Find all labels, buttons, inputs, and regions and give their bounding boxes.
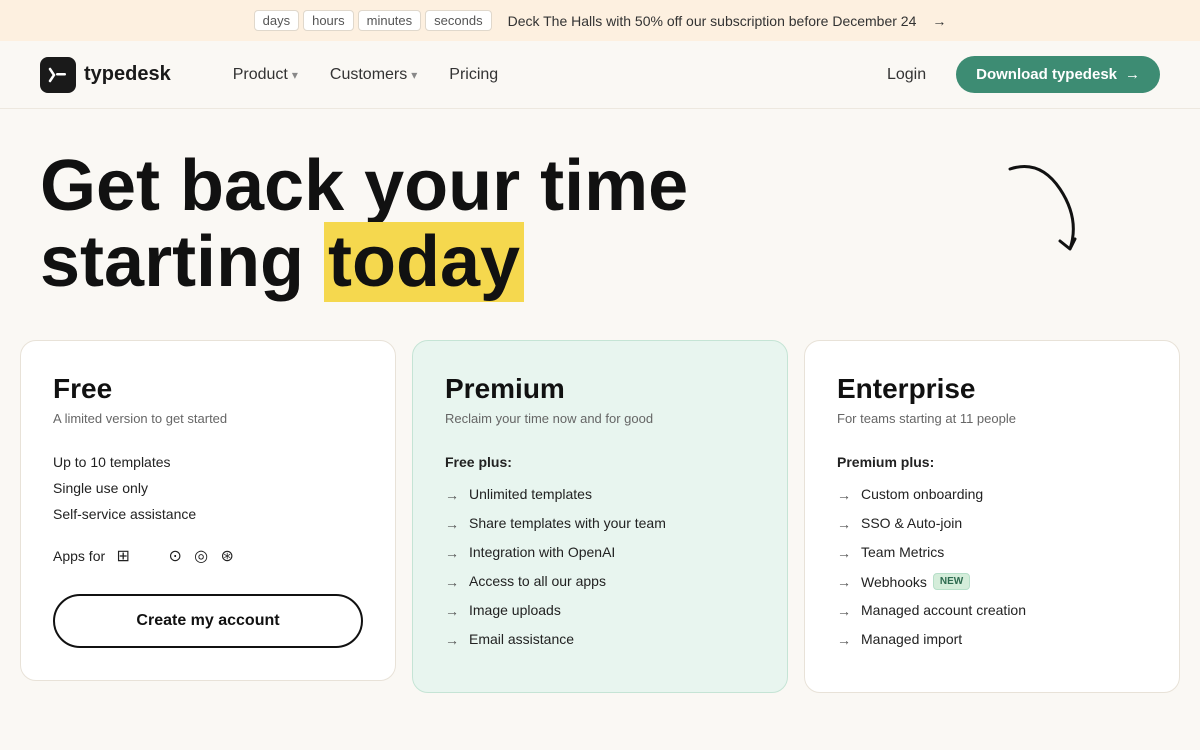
- hero-highlight: today: [324, 222, 524, 302]
- chrome-icon: ⊙: [165, 546, 185, 566]
- list-item: → Unlimited templates: [445, 486, 755, 503]
- create-account-button[interactable]: Create my account: [53, 594, 363, 648]
- free-features-list: Up to 10 templates Single use only Self-…: [53, 454, 363, 522]
- enterprise-tier-label: Enterprise: [837, 373, 1147, 405]
- nav-right: Login Download typedesk →: [873, 56, 1160, 93]
- premium-tier-label: Premium: [445, 373, 755, 405]
- banner-arrow-icon: →: [932, 13, 946, 29]
- list-item: → Image uploads: [445, 602, 755, 619]
- arrow-icon: →: [837, 545, 851, 561]
- apps-for-label: Apps for: [53, 548, 105, 564]
- product-chevron-icon: ▾: [292, 68, 298, 82]
- list-item: Up to 10 templates: [53, 454, 363, 470]
- premium-features-list: → Unlimited templates → Share templates …: [445, 486, 755, 648]
- list-item: → Email assistance: [445, 631, 755, 648]
- list-item: → SSO & Auto-join: [837, 515, 1147, 532]
- arrow-icon: →: [445, 574, 459, 590]
- list-item: → Custom onboarding: [837, 486, 1147, 503]
- free-card: Free A limited version to get started Up…: [20, 340, 396, 681]
- hero-title: Get back your time starting today: [40, 149, 820, 300]
- nav-customers[interactable]: Customers ▾: [316, 58, 431, 92]
- free-subtitle: A limited version to get started: [53, 411, 363, 426]
- apps-for-row: Apps for ⊞ ⊙ ◎ ⊛: [53, 546, 363, 566]
- arrow-icon: →: [837, 632, 851, 648]
- pricing-cards: Free A limited version to get started Up…: [0, 320, 1200, 693]
- download-arrow-icon: →: [1125, 66, 1140, 83]
- premium-section-label: Free plus:: [445, 454, 755, 470]
- arrow-icon: →: [837, 603, 851, 619]
- list-item: → Team Metrics: [837, 544, 1147, 561]
- logo-icon: [40, 57, 76, 93]
- app-icons: ⊞ ⊙ ◎ ⊛: [113, 546, 237, 566]
- list-item: → Share templates with your team: [445, 515, 755, 532]
- banner-text: Deck The Halls with 50% off our subscrip…: [508, 13, 917, 29]
- arrow-icon: →: [445, 545, 459, 561]
- enterprise-subtitle: For teams starting at 11 people: [837, 411, 1147, 426]
- minutes-timer: minutes: [358, 10, 422, 31]
- countdown-timers: days hours minutes seconds: [254, 10, 492, 31]
- arrow-icon: →: [445, 603, 459, 619]
- list-item: → Webhooks NEW: [837, 573, 1147, 590]
- arrow-icon: →: [445, 487, 459, 503]
- logo-link[interactable]: typedesk: [40, 57, 171, 93]
- list-item: Single use only: [53, 480, 363, 496]
- arrow-icon: →: [445, 632, 459, 648]
- arrow-icon: →: [837, 516, 851, 532]
- hero-arrow-illustration: [980, 149, 1120, 289]
- list-item: → Integration with OpenAI: [445, 544, 755, 561]
- main-nav: typedesk Product ▾ Customers ▾ Pricing L…: [0, 41, 1200, 109]
- nav-links: Product ▾ Customers ▾ Pricing: [219, 58, 873, 92]
- new-badge: NEW: [933, 573, 970, 590]
- announcement-banner: days hours minutes seconds Deck The Hall…: [0, 0, 1200, 41]
- apple-icon: [139, 546, 159, 566]
- customers-chevron-icon: ▾: [411, 68, 417, 82]
- list-item: Self-service assistance: [53, 506, 363, 522]
- enterprise-section-label: Premium plus:: [837, 454, 1147, 470]
- nav-product[interactable]: Product ▾: [219, 58, 312, 92]
- list-item: → Access to all our apps: [445, 573, 755, 590]
- login-button[interactable]: Login: [873, 58, 940, 92]
- other-icon: ⊛: [217, 546, 237, 566]
- hero-section: Get back your time starting today: [0, 109, 1200, 320]
- download-button[interactable]: Download typedesk →: [956, 56, 1160, 93]
- list-item: → Managed import: [837, 631, 1147, 648]
- arrow-icon: →: [837, 574, 851, 590]
- premium-subtitle: Reclaim your time now and for good: [445, 411, 755, 426]
- firefox-icon: ◎: [191, 546, 211, 566]
- free-tier-label: Free: [53, 373, 363, 405]
- logo-text: typedesk: [84, 63, 171, 86]
- hours-timer: hours: [303, 10, 354, 31]
- days-timer: days: [254, 10, 299, 31]
- enterprise-card: Enterprise For teams starting at 11 peop…: [804, 340, 1180, 693]
- arrow-icon: →: [445, 516, 459, 532]
- nav-pricing[interactable]: Pricing: [435, 58, 512, 92]
- seconds-timer: seconds: [425, 10, 491, 31]
- windows-icon: ⊞: [113, 546, 133, 566]
- list-item: → Managed account creation: [837, 602, 1147, 619]
- arrow-icon: →: [837, 487, 851, 503]
- premium-card: Premium Reclaim your time now and for go…: [412, 340, 788, 693]
- enterprise-features-list: → Custom onboarding → SSO & Auto-join → …: [837, 486, 1147, 648]
